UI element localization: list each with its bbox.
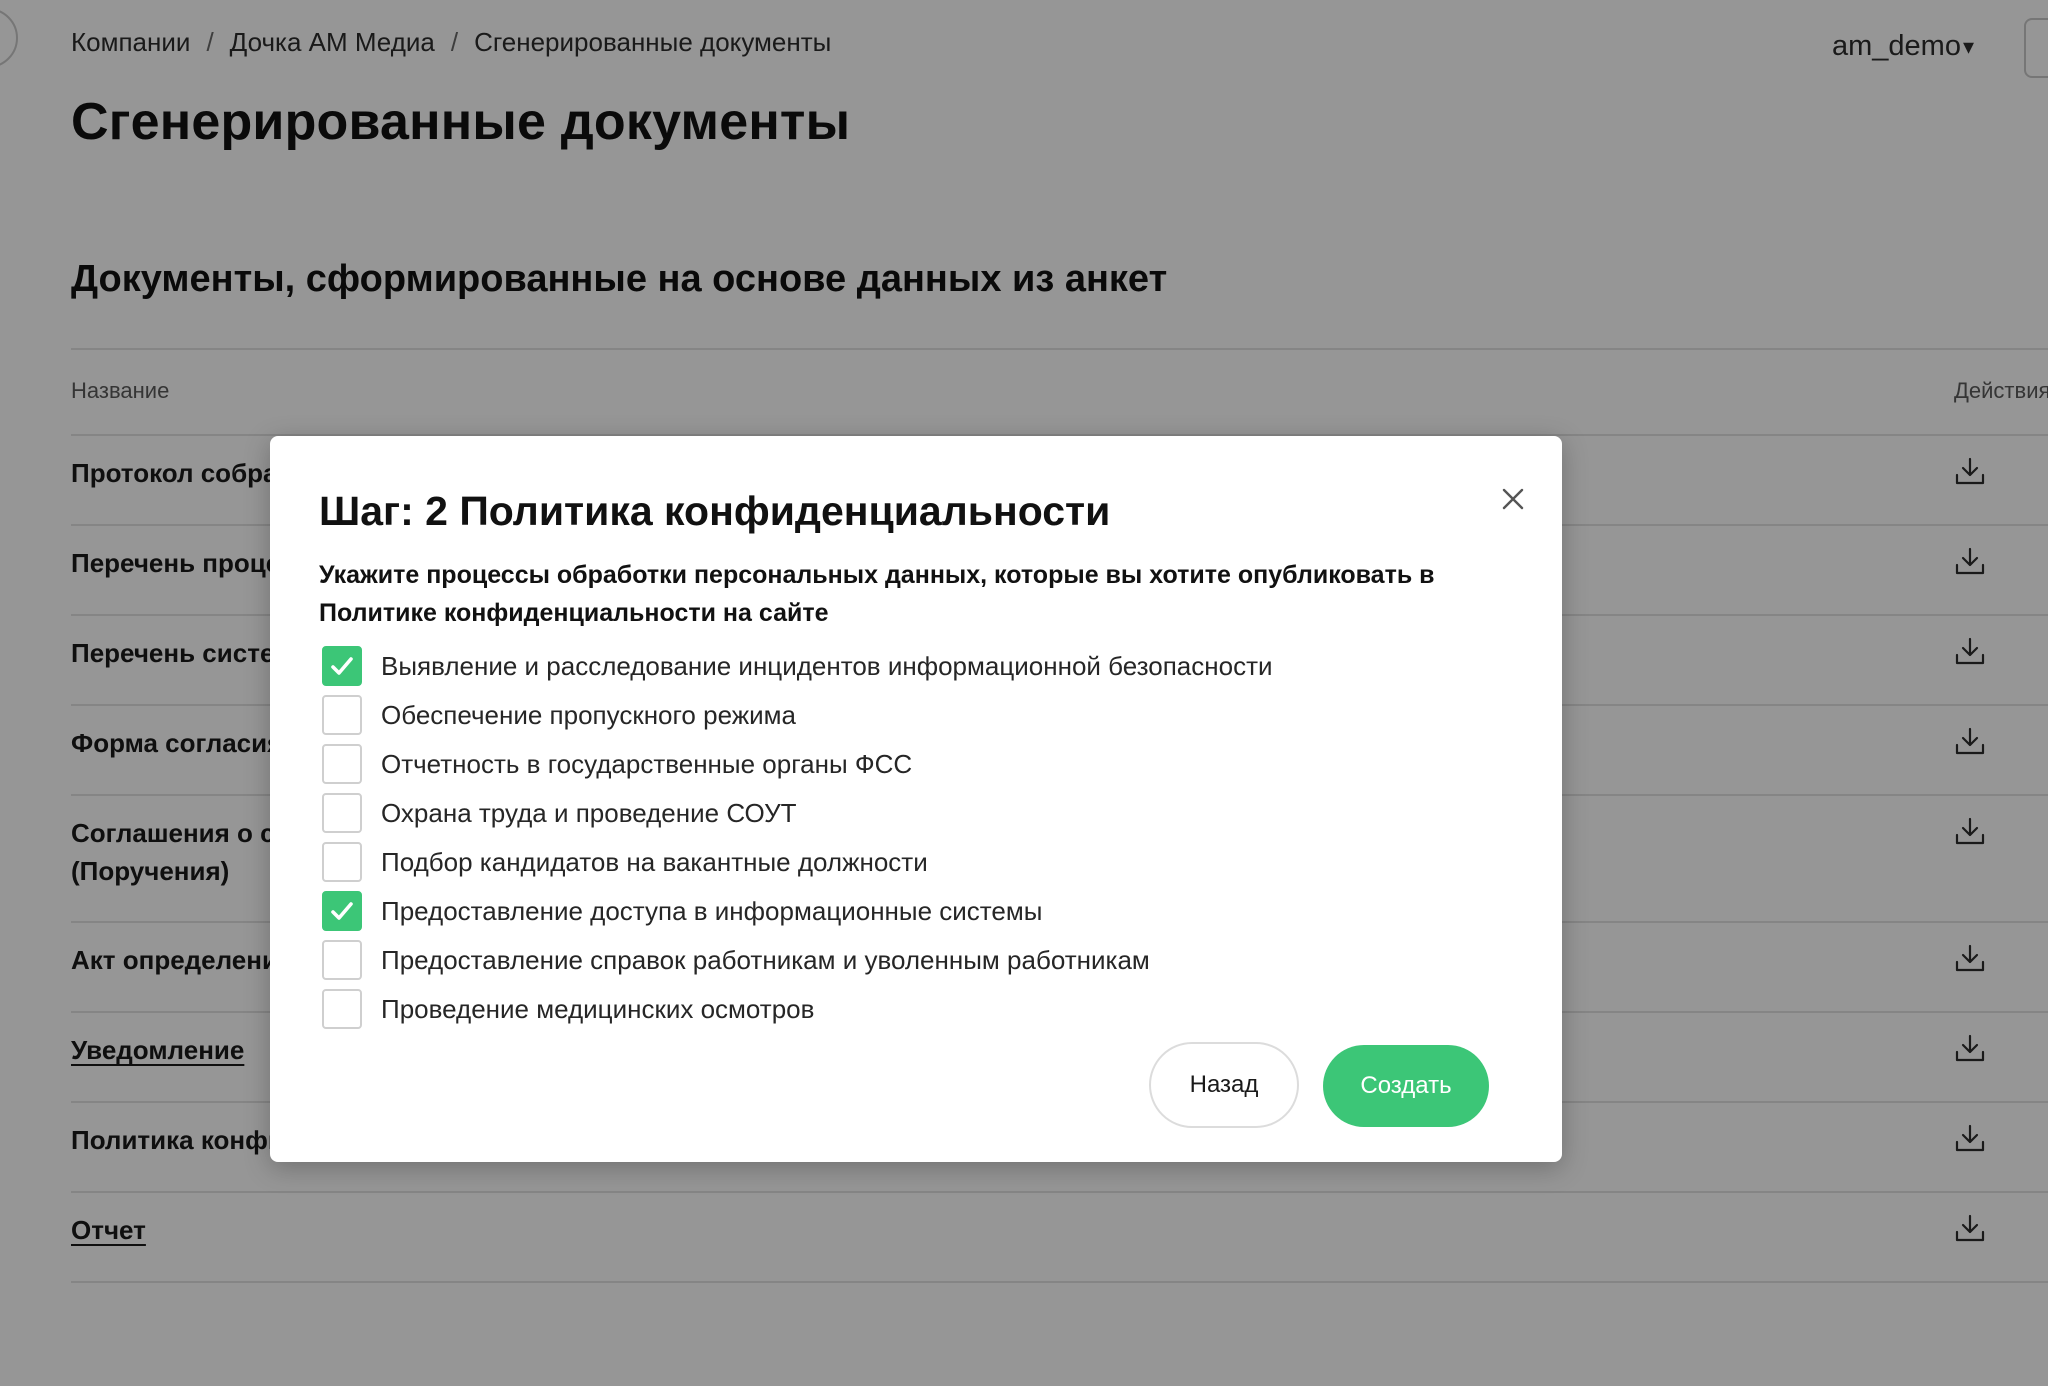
process-option[interactable]: Предоставление доступа в информационные … — [322, 891, 1042, 931]
process-option[interactable]: Подбор кандидатов на вакантные должности — [322, 842, 928, 882]
option-label: Выявление и расследование инцидентов инф… — [381, 650, 1273, 681]
checkmark-icon — [331, 902, 353, 920]
checkmark-icon — [331, 657, 353, 675]
option-checkbox[interactable] — [322, 891, 362, 931]
page: Компании / Дочка АМ Медиа / Сгенерирован… — [0, 0, 2048, 1386]
option-label: Охрана труда и проведение СОУТ — [381, 797, 797, 828]
option-label: Отчетность в государственные органы ФСС — [381, 748, 913, 779]
option-label: Подбор кандидатов на вакантные должности — [381, 846, 928, 877]
option-checkbox[interactable] — [322, 793, 362, 833]
option-checkbox[interactable] — [322, 842, 362, 882]
process-option[interactable]: Предоставление справок работникам и увол… — [322, 940, 1150, 980]
option-label: Проведение медицинских осмотров — [381, 993, 815, 1024]
option-checkbox[interactable] — [322, 744, 362, 784]
policy-step-modal: Шаг: 2 Политика конфиденциальности Укажи… — [270, 436, 1562, 1162]
process-option[interactable]: Охрана труда и проведение СОУТ — [322, 793, 797, 833]
modal-subtitle: Укажите процессы обработки персональных … — [319, 561, 1435, 627]
option-checkbox[interactable] — [322, 695, 362, 735]
process-option[interactable]: Проведение медицинских осмотров — [322, 989, 814, 1029]
modal-title: Шаг: 2 Политика конфиденциальности — [319, 488, 1111, 534]
process-option[interactable]: Выявление и расследование инцидентов инф… — [322, 646, 1273, 686]
back-button[interactable]: Назад — [1149, 1042, 1299, 1128]
option-label: Обеспечение пропускного режима — [381, 699, 796, 730]
option-checkbox[interactable] — [322, 646, 362, 686]
option-label: Предоставление доступа в информационные … — [381, 895, 1043, 926]
option-checkbox[interactable] — [322, 989, 362, 1029]
process-option[interactable]: Отчетность в государственные органы ФСС — [322, 744, 912, 784]
close-button[interactable] — [1496, 482, 1530, 516]
option-label: Предоставление справок работникам и увол… — [381, 944, 1150, 975]
close-icon — [1502, 488, 1524, 510]
process-option[interactable]: Обеспечение пропускного режима — [322, 695, 796, 735]
create-button[interactable]: Создать — [1323, 1045, 1489, 1127]
option-checkbox[interactable] — [322, 940, 362, 980]
